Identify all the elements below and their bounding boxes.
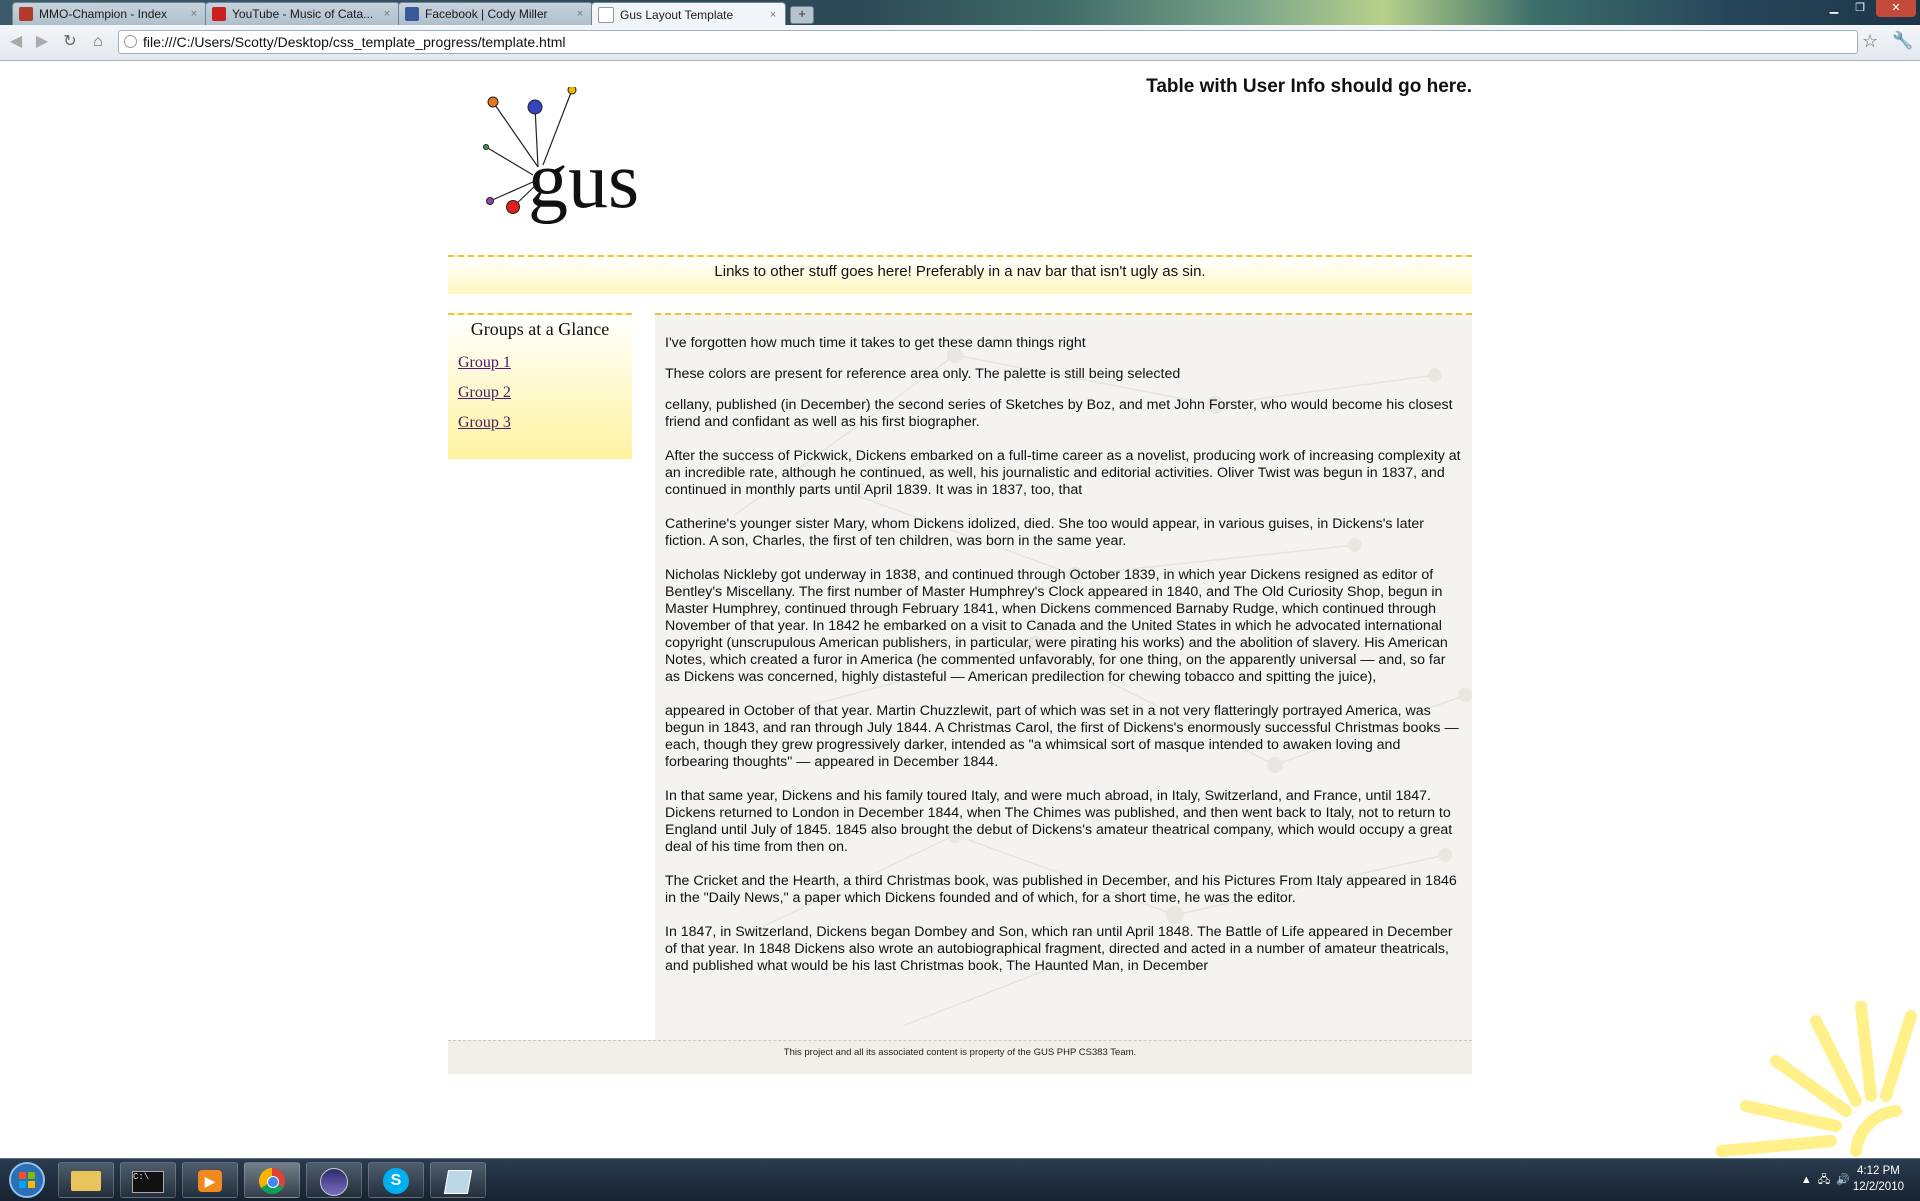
windows-taskbar: C:\ ▶ S ▲ 🖧 🔊 4:12 PM 12/2/2010 [0, 1158, 1920, 1201]
close-window-icon[interactable]: ✕ [1876, 0, 1916, 17]
close-icon[interactable]: × [381, 8, 393, 20]
home-icon[interactable]: ⌂ [88, 32, 108, 52]
content-paragraph: I've forgotten how much time it takes to… [665, 335, 1086, 351]
address-text: file:///C:/Users/Scotty/Desktop/css_temp… [143, 34, 566, 50]
windows-start-icon[interactable] [4, 1160, 50, 1200]
content-paragraph: These colors are present for reference a… [665, 366, 1181, 382]
groups-sidebar: Groups at a Glance Group 1 Group 2 Group… [448, 313, 632, 459]
back-arrow-icon[interactable]: ◀ [6, 32, 26, 52]
volume-icon[interactable]: 🔊 [1836, 1174, 1850, 1186]
page-favicon-icon [598, 6, 614, 23]
user-info-placeholder: Table with User Info should go here. [1146, 76, 1472, 97]
command-prompt-taskbar-icon[interactable]: C:\ [120, 1162, 176, 1198]
explorer-taskbar-icon[interactable] [58, 1162, 114, 1198]
svg-text:gus: gus [528, 137, 639, 225]
page-info-icon[interactable] [124, 35, 137, 48]
wrench-menu-icon[interactable]: 🔧 [1892, 31, 1913, 51]
tab-label: MMO-Champion - Index [39, 7, 168, 21]
page-header: gus Table with User Info should go here. [448, 61, 1472, 254]
forward-arrow-icon[interactable]: ▶ [32, 32, 52, 52]
group-2-link[interactable]: Group 2 [458, 384, 632, 402]
reload-icon[interactable]: ↻ [60, 32, 80, 52]
tab-youtube[interactable]: YouTube - Music of Cata... × [205, 2, 400, 25]
group-3-link[interactable]: Group 3 [458, 414, 632, 432]
page-container: gus Table with User Info should go here.… [448, 61, 1472, 1074]
sun-decoration-icon [1716, 1001, 1917, 1157]
chrome-taskbar-icon[interactable] [244, 1162, 300, 1198]
content-paragraph: Catherine's younger sister Mary, whom Di… [665, 516, 1425, 549]
content-paragraph: In that same year, Dickens and his famil… [665, 788, 1453, 855]
tab-gus-layout-template[interactable]: Gus Layout Template × [591, 2, 786, 26]
clock-date: 12/2/2010 [1852, 1181, 1904, 1193]
content-paragraph: After the success of Pickwick, Dickens e… [665, 448, 1461, 498]
system-clock[interactable]: 4:12 PM 12/2/2010 [1853, 1163, 1904, 1195]
nav-bar: Links to other stuff goes here! Preferab… [448, 255, 1472, 294]
browser-titlebar: MMO-Champion - Index × YouTube - Music o… [0, 0, 1920, 26]
content-paragraph: cellany, published (in December) the sec… [665, 397, 1453, 430]
close-icon[interactable]: × [188, 8, 200, 20]
minimize-icon[interactable]: ▁ [1822, 0, 1846, 17]
eclipse-taskbar-icon[interactable] [306, 1162, 362, 1198]
tab-label: Facebook | Cody Miller [425, 7, 548, 21]
youtube-favicon-icon [212, 7, 226, 21]
notepad-taskbar-icon[interactable] [430, 1162, 486, 1198]
page-footer: This project and all its associated cont… [448, 1040, 1472, 1074]
content-paragraph: In 1847, in Switzerland, Dickens began D… [665, 924, 1453, 974]
restore-icon[interactable]: ❐ [1848, 0, 1872, 17]
bookmark-star-icon[interactable]: ☆ [1862, 31, 1878, 52]
content-paragraph: The Cricket and the Hearth, a third Chri… [665, 873, 1457, 906]
close-icon[interactable]: × [574, 8, 586, 20]
address-bar[interactable]: file:///C:/Users/Scotty/Desktop/css_temp… [118, 30, 1858, 54]
group-1-link[interactable]: Group 1 [458, 354, 632, 372]
network-icon[interactable]: 🖧 [1818, 1174, 1830, 1186]
tab-label: Gus Layout Template [620, 7, 734, 22]
facebook-favicon-icon [405, 7, 419, 21]
tab-mmo-champion[interactable]: MMO-Champion - Index × [12, 2, 207, 25]
show-hidden-icons-icon[interactable]: ▲ [1801, 1174, 1812, 1186]
content-paragraph: appeared in October of that year. Martin… [665, 703, 1459, 770]
media-player-taskbar-icon[interactable]: ▶ [182, 1162, 238, 1198]
clock-time: 4:12 PM [1857, 1165, 1900, 1177]
main-content: I've forgotten how much time it takes to… [655, 313, 1472, 1041]
content-paragraph: Nicholas Nickleby got underway in 1838, … [665, 567, 1448, 685]
system-tray: ▲ 🖧 🔊 [1801, 1171, 1850, 1190]
gus-logo: gus [483, 87, 639, 225]
tab-label: YouTube - Music of Cata... [232, 7, 374, 21]
mmo-champion-favicon-icon [19, 7, 33, 21]
browser-toolbar: ◀ ▶ ↻ ⌂ file:///C:/Users/Scotty/Desktop/… [0, 25, 1920, 61]
sidebar-title: Groups at a Glance [470, 319, 610, 339]
close-icon[interactable]: × [767, 9, 779, 21]
web-page: gus Table with User Info should go here.… [0, 61, 1920, 1158]
skype-taskbar-icon[interactable]: S [368, 1162, 424, 1198]
new-tab-button[interactable]: + [790, 6, 814, 24]
tab-facebook[interactable]: Facebook | Cody Miller × [398, 2, 593, 25]
